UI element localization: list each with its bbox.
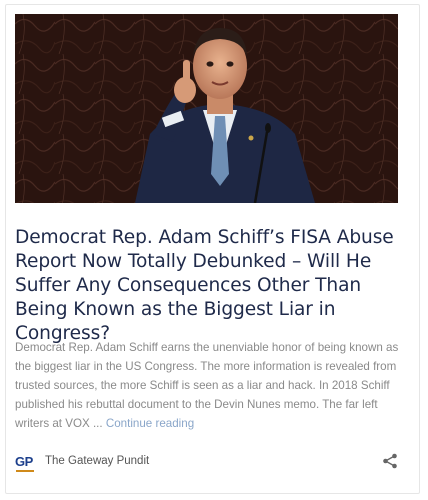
continue-reading-link[interactable]: Continue reading: [106, 417, 194, 430]
article-footer: GP The Gateway Pundit: [15, 450, 398, 472]
article-headline[interactable]: Democrat Rep. Adam Schiff’s FISA Abuse R…: [15, 226, 400, 346]
speaker-photo: [15, 14, 398, 203]
source-logo[interactable]: GP: [15, 454, 37, 472]
source-name[interactable]: The Gateway Pundit: [45, 455, 149, 467]
article-image[interactable]: [15, 14, 398, 203]
share-icon[interactable]: [382, 453, 398, 469]
article-snippet: Democrat Rep. Adam Schiff earns the unen…: [15, 338, 401, 433]
share-icon-graphic: [383, 453, 397, 469]
snippet-text: Democrat Rep. Adam Schiff earns the unen…: [15, 341, 399, 430]
